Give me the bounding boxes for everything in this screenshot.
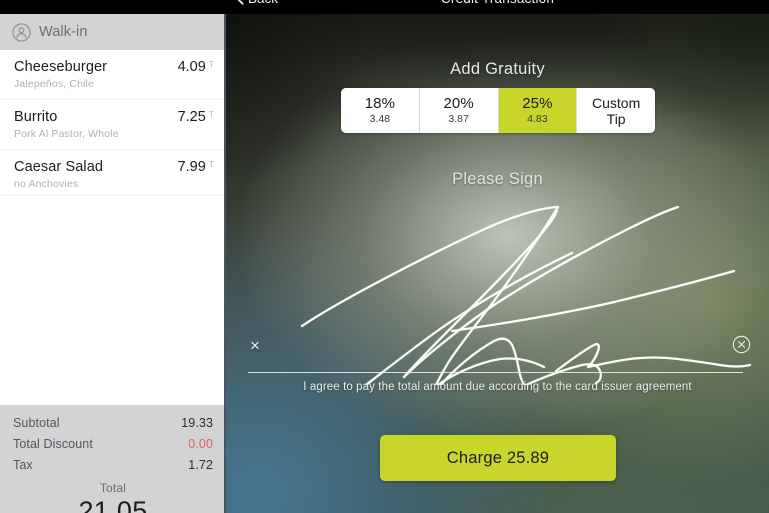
page-title: Credit Transaction <box>226 0 769 6</box>
item-price: 7.25 <box>177 109 206 125</box>
signature-stroke <box>300 205 752 385</box>
sidebar-status-strip <box>0 0 226 14</box>
order-list-empty-space <box>0 195 226 405</box>
total-discount-row[interactable]: Total Discount 0.00 <box>13 437 213 451</box>
item-tax-flag: T <box>208 59 214 69</box>
item-name: Burrito <box>14 109 58 125</box>
item-modifiers: no Anchovies <box>14 178 79 190</box>
gratuity-heading: Add Gratuity <box>450 60 545 78</box>
item-name: Cheeseburger <box>14 59 108 75</box>
item-modifiers: Jalepeños, Chile <box>14 78 95 90</box>
customer-name: Walk-in <box>39 24 88 40</box>
item-modifiers: Pork Al Pastor, Whole <box>14 128 119 140</box>
item-tax-flag: T <box>208 159 214 169</box>
item-name: Caesar Salad <box>14 159 104 175</box>
tip-option-custom[interactable]: Custom Tip <box>577 88 655 133</box>
order-items-list: Cheeseburger 4.09 T Jalepeños, Chile Bur… <box>0 50 226 200</box>
tip-amount-label: 3.87 <box>448 113 469 125</box>
payment-main-panel: Back Credit Transaction Add Gratuity 18%… <box>226 0 769 513</box>
list-item[interactable]: Cheeseburger 4.09 T Jalepeños, Chile <box>0 50 226 100</box>
grand-total-value: 21.05 <box>78 496 148 513</box>
tip-percent-label: 18% <box>364 95 396 112</box>
order-sidebar: Walk-in Cheeseburger 4.09 T Jalepeños, C… <box>0 0 226 513</box>
subtotal-label: Subtotal <box>13 416 60 430</box>
custom-tip-label-line2: Tip <box>606 110 626 127</box>
list-item[interactable]: Burrito 7.25 T Pork Al Pastor, Whole <box>0 100 226 150</box>
tip-percent-label: 25% <box>522 95 553 112</box>
tax-row: Tax 1.72 <box>13 458 213 472</box>
item-price: 7.99 <box>177 159 206 175</box>
tip-option-25[interactable]: 25% 4.83 <box>498 88 578 133</box>
signature-agreement-text: I agree to pay the total amount due acco… <box>303 381 692 393</box>
charge-button[interactable]: Charge 25.89 <box>380 435 616 481</box>
total-discount-label: Total Discount <box>13 437 93 451</box>
tip-option-18[interactable]: 18% 3.48 <box>341 88 420 133</box>
grand-total-label: Total <box>99 481 127 495</box>
order-totals-panel: Subtotal 19.33 Total Discount 0.00 Tax 1… <box>0 405 226 513</box>
signature-baseline <box>248 372 743 373</box>
item-price: 4.09 <box>177 59 206 75</box>
tax-value: 1.72 <box>188 458 213 472</box>
item-tax-flag: T <box>208 109 214 119</box>
top-navigation-bar: Back Credit Transaction <box>226 0 769 14</box>
tip-amount-label: 4.83 <box>527 113 548 125</box>
subtotal-row: Subtotal 19.33 <box>13 416 213 430</box>
clear-circle-x-icon <box>732 335 751 354</box>
list-item[interactable]: Caesar Salad 7.99 T no Anchovies <box>0 150 226 200</box>
tip-percent-label: 20% <box>443 95 474 112</box>
grand-total-block: Total 21.05 <box>13 481 213 513</box>
signature-x-marker: × <box>250 336 260 355</box>
total-discount-value: 0.00 <box>188 437 213 451</box>
custom-tip-label-line1: Custom <box>592 94 641 111</box>
customer-header[interactable]: Walk-in <box>0 14 226 50</box>
tax-label: Tax <box>13 458 33 472</box>
person-circle-icon <box>12 22 31 42</box>
clear-signature-button[interactable] <box>732 335 751 354</box>
tip-option-20[interactable]: 20% 3.87 <box>419 88 499 133</box>
tip-amount-label: 3.48 <box>369 113 391 125</box>
signature-capture-area[interactable]: × <box>226 185 769 385</box>
pos-credit-transaction-screen: Walk-in Cheeseburger 4.09 T Jalepeños, C… <box>0 0 769 513</box>
gratuity-options-group: 18% 3.48 20% 3.87 25% 4.83 Custom Tip <box>341 88 655 133</box>
subtotal-value: 19.33 <box>181 416 213 430</box>
